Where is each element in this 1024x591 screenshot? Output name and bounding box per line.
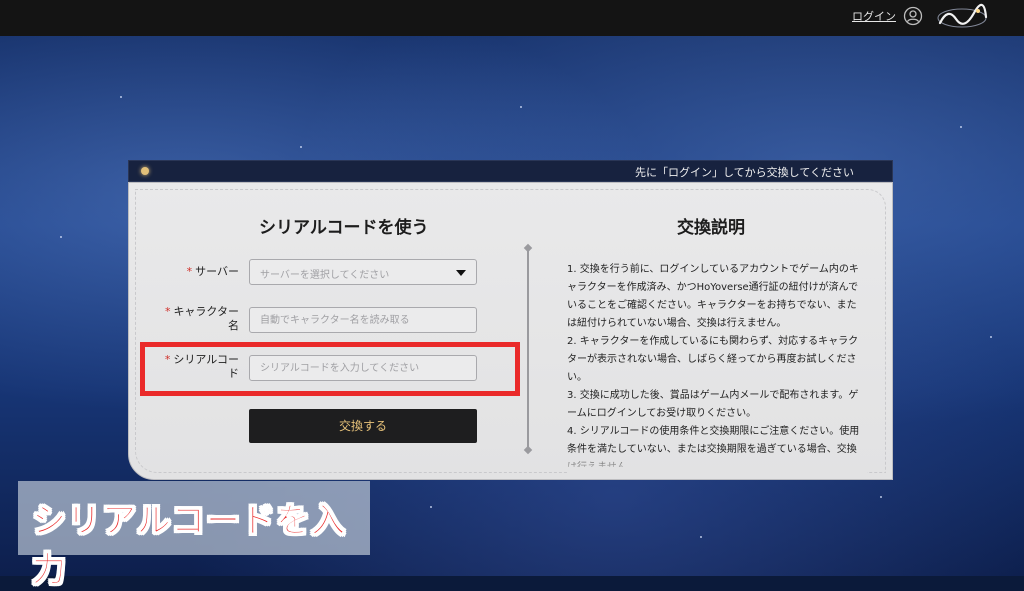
server-select[interactable]: サーバーを選択してください	[249, 259, 477, 285]
serial-code-panel: 先に「ログイン」してから交換してください シリアルコードを使う * サーバー サー…	[128, 160, 893, 480]
instruction-item: 1. 交換を行う前に、ログインしているアカウントでゲーム内のキャラクターを作成済…	[567, 264, 859, 329]
character-name-label: * キャラクター名	[164, 305, 239, 332]
instruction-item: 3. 交換に成功した後、賞品はゲーム内メールで配布されます。ゲームにログインして…	[567, 390, 859, 419]
login-notice-text: 先に「ログイン」してから交換してください	[634, 166, 854, 179]
server-label: * サーバー	[186, 265, 239, 278]
panel-body: シリアルコードを使う * サーバー サーバーを選択してください * キャラクター名 …	[128, 182, 893, 480]
serial-code-highlight-box	[140, 342, 520, 396]
exchange-button[interactable]: 交換する	[249, 409, 477, 443]
login-notice-bar: 先に「ログイン」してから交換してください	[128, 160, 893, 182]
text-fade	[567, 453, 867, 473]
caret-down-icon	[456, 270, 466, 276]
exchange-instructions: 1. 交換を行う前に、ログインしているアカウントでゲーム内のキャラクターを作成済…	[567, 261, 865, 467]
instruction-item: 2. キャラクターを作成しているにも関わらず、対応するキャラクターが表示されない…	[567, 336, 859, 383]
caption-banner: シリアルコードを入力	[18, 481, 370, 591]
server-select-placeholder: サーバーを選択してください	[260, 270, 390, 281]
user-circle-icon[interactable]	[903, 6, 923, 26]
character-name-field[interactable]	[249, 307, 477, 333]
top-navigation-bar: ログイン	[0, 0, 1024, 36]
sparkle-dot-icon	[141, 167, 149, 175]
caption-text: シリアルコードを入力	[32, 501, 346, 591]
form-title: シリアルコードを使う	[259, 218, 429, 238]
game-logo-icon[interactable]	[934, 3, 990, 31]
info-title: 交換説明	[677, 218, 745, 238]
section-divider	[527, 251, 529, 447]
login-link[interactable]: ログイン	[852, 8, 896, 24]
